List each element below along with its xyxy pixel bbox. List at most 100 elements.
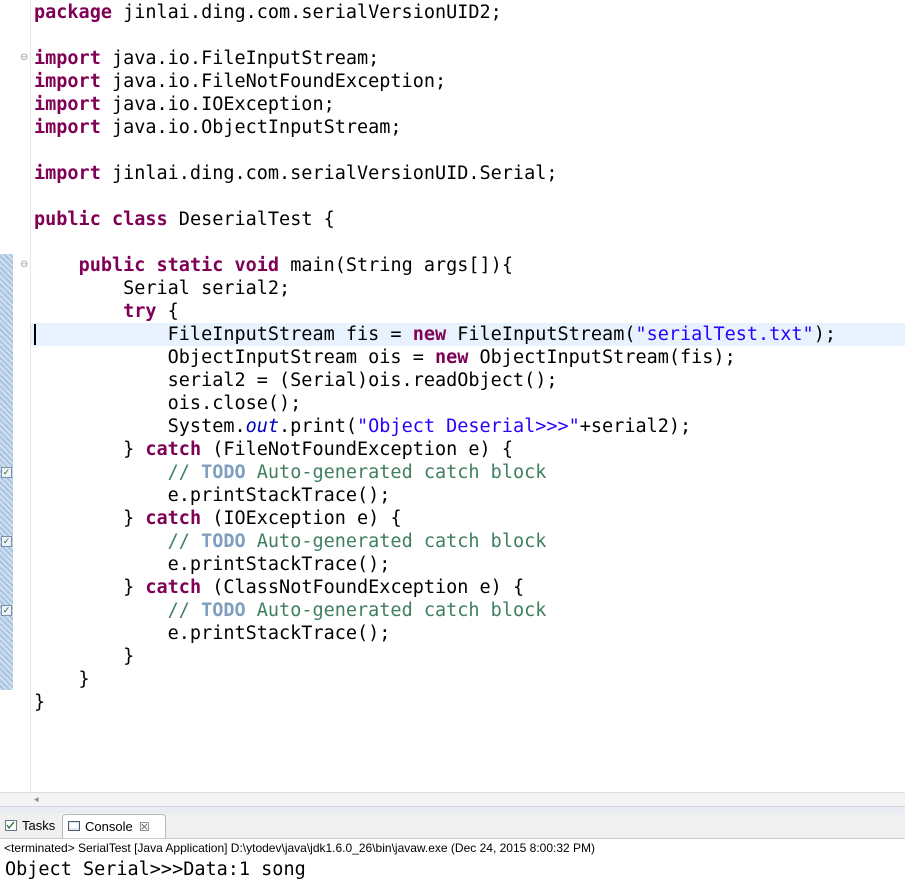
code-token: package — [34, 2, 112, 23]
code-token: java.io.FileInputStream; — [100, 48, 380, 69]
task-checkbox-icon[interactable]: ✓ — [1, 536, 12, 547]
code-token: e.printStackTrace(); — [34, 485, 391, 506]
code-token: TODO — [201, 531, 246, 552]
code-line[interactable]: import jinlai.ding.com.serialVersionUID.… — [34, 162, 557, 185]
scroll-left-arrow-icon[interactable]: ◂ — [34, 793, 39, 807]
code-token: class — [111, 209, 168, 230]
code-token: } — [34, 646, 135, 667]
code-token: out — [245, 416, 280, 437]
code-token: ); — [813, 324, 836, 345]
code-token: } — [34, 577, 146, 598]
code-token: DeserialTest { — [167, 209, 335, 230]
code-line[interactable]: try { — [34, 300, 179, 323]
task-checkbox-icon[interactable]: ✓ — [1, 605, 12, 616]
code-token: import — [34, 48, 101, 69]
code-token: public — [34, 209, 101, 230]
fold-toggle-icon[interactable]: ⊖ — [20, 53, 30, 63]
code-token: (ClassNotFoundException e) { — [201, 577, 525, 598]
code-token: } — [34, 669, 90, 690]
code-token: // — [167, 531, 202, 552]
console-output-text: Object Serial>>>Data:1 song — [5, 859, 306, 880]
bottom-panel-tabbar: Tasks Console ☒ — [0, 813, 905, 839]
code-token: catch — [145, 577, 202, 598]
code-token: java.io.ObjectInputStream; — [100, 117, 402, 138]
code-line[interactable]: import java.io.IOException; — [34, 93, 335, 116]
code-line[interactable]: import java.io.FileInputStream; — [34, 47, 379, 70]
code-token: Auto-generated catch block — [245, 600, 547, 621]
console-process-info: <terminated> SerialTest [Java Applicatio… — [0, 839, 905, 857]
code-token: ObjectInputStream(fis); — [468, 347, 736, 368]
code-line[interactable]: } catch (ClassNotFoundException e) { — [34, 576, 524, 599]
code-token: e.printStackTrace(); — [34, 554, 391, 575]
code-token: Serial serial2; — [34, 278, 291, 299]
code-token: Auto-generated catch block — [245, 531, 547, 552]
console-output[interactable]: Object Serial>>>Data:1 song — [0, 857, 905, 891]
tab-tasks[interactable]: Tasks — [0, 814, 62, 838]
code-token: // — [167, 600, 202, 621]
code-line[interactable]: ois.close(); — [34, 392, 302, 415]
code-line[interactable]: public class DeserialTest { — [34, 208, 335, 231]
code-line[interactable]: e.printStackTrace(); — [34, 553, 391, 576]
horizontal-scrollbar[interactable]: ◂ — [0, 792, 905, 807]
code-line[interactable]: System.out.print("Object Deserial>>>"+se… — [34, 415, 692, 438]
code-token: e.printStackTrace(); — [34, 623, 391, 644]
code-token: "Object Deserial>>>" — [357, 416, 580, 437]
code-line[interactable]: } catch (FileNotFoundException e) { — [34, 438, 513, 461]
fold-toggle-icon[interactable]: ⊖ — [20, 260, 30, 270]
code-line[interactable]: import java.io.FileNotFoundException; — [34, 70, 446, 93]
code-token: catch — [145, 508, 202, 529]
code-line[interactable]: Serial serial2; — [34, 277, 290, 300]
code-token: { — [156, 301, 179, 322]
code-line[interactable]: FileInputStream fis = new FileInputStrea… — [34, 323, 836, 346]
code-line[interactable]: // TODO Auto-generated catch block — [34, 461, 547, 484]
overview-ruler — [0, 0, 16, 792]
code-token: try — [123, 301, 157, 322]
code-line[interactable]: e.printStackTrace(); — [34, 484, 391, 507]
tasks-icon — [5, 820, 17, 831]
code-editor[interactable]: ⊖ ⊖ ✓ ✓ ✓ package jinlai.ding.com.serialVer… — [0, 0, 905, 792]
code-token: TODO — [201, 600, 246, 621]
code-token: static — [156, 255, 224, 276]
code-token: new — [434, 347, 469, 368]
code-token: void — [234, 255, 280, 276]
code-token: (IOException e) { — [201, 508, 402, 529]
code-line[interactable]: // TODO Auto-generated catch block — [34, 530, 547, 553]
code-token: FileInputStream( — [446, 324, 636, 345]
code-token: catch — [145, 439, 202, 460]
code-token: import — [34, 94, 101, 115]
code-line[interactable]: import java.io.ObjectInputStream; — [34, 116, 402, 139]
code-line[interactable]: e.printStackTrace(); — [34, 622, 391, 645]
gutter-divider — [30, 0, 31, 792]
tab-tasks-label: Tasks — [22, 818, 56, 833]
code-token: } — [34, 692, 46, 713]
code-token: .print( — [279, 416, 358, 437]
code-token: jinlai.ding.com.serialVersionUID2; — [111, 2, 502, 23]
task-checkbox-icon[interactable]: ✓ — [1, 467, 12, 478]
code-token: (FileNotFoundException e) { — [201, 439, 513, 460]
code-token: FileInputStream fis = — [34, 324, 413, 345]
code-line[interactable]: } — [34, 668, 90, 691]
code-line[interactable]: } — [34, 691, 45, 714]
code-token: java.io.FileNotFoundException; — [100, 71, 447, 92]
code-line[interactable]: // TODO Auto-generated catch block — [34, 599, 547, 622]
code-line[interactable]: } — [34, 645, 134, 668]
code-token: import — [34, 71, 101, 92]
code-line[interactable]: ObjectInputStream ois = new ObjectInputS… — [34, 346, 736, 369]
code-line[interactable]: } catch (IOException e) { — [34, 507, 402, 530]
code-line[interactable]: serial2 = (Serial)ois.readObject(); — [34, 369, 558, 392]
close-icon[interactable]: ☒ — [139, 815, 150, 839]
text-caret — [34, 324, 36, 345]
tab-console[interactable]: Console ☒ — [62, 814, 166, 838]
code-token: java.io.IOException; — [100, 94, 335, 115]
code-token: ObjectInputStream ois = — [34, 347, 435, 368]
code-token: TODO — [201, 462, 246, 483]
code-token: import — [34, 163, 101, 184]
code-line[interactable]: package jinlai.ding.com.serialVersionUID… — [34, 1, 502, 24]
code-line[interactable]: public static void main(String args[]){ — [34, 254, 513, 277]
